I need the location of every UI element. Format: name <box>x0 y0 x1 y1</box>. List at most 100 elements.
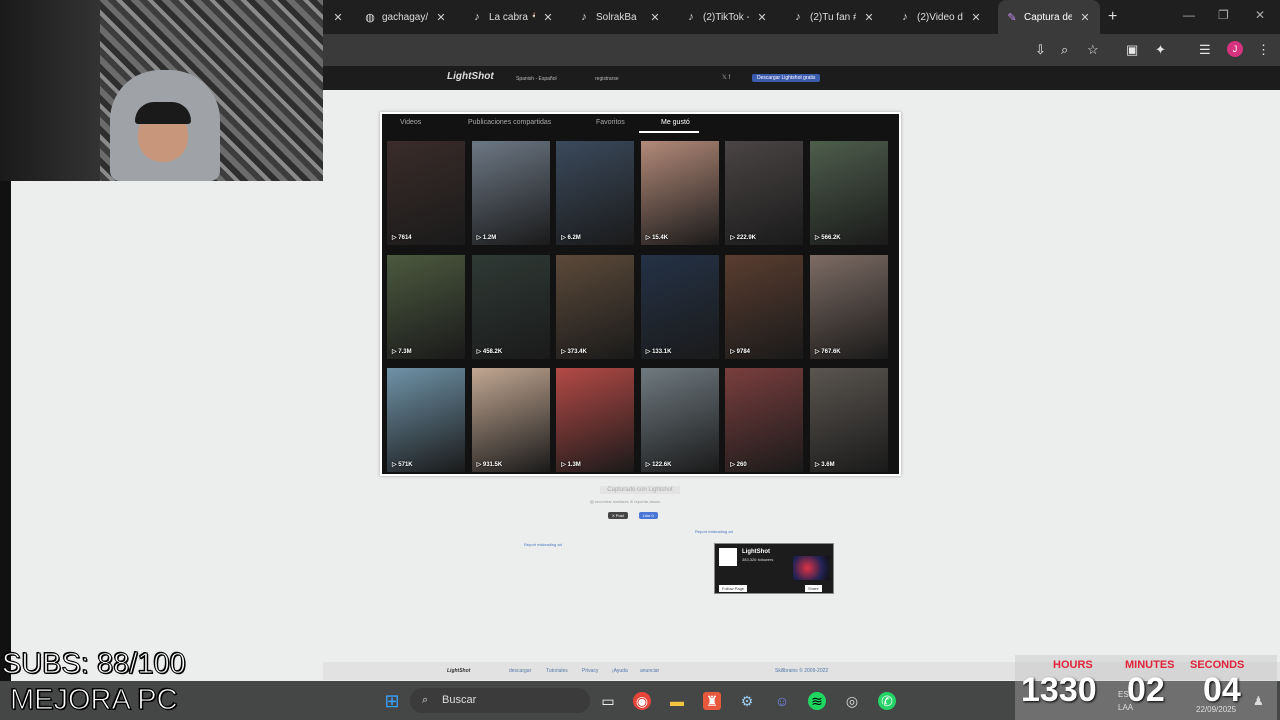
profile-avatar[interactable]: J <box>1227 41 1243 57</box>
footer-link-advertise[interactable]: anunciar <box>640 668 659 674</box>
lightshot-feather-icon <box>719 548 737 566</box>
view-count: ▷ 1.3M <box>561 462 581 468</box>
footer-link-tutorials[interactable]: Tutoriales <box>546 668 568 674</box>
video-thumbnail: ▷ 1.3M <box>556 368 635 472</box>
view-count: ▷ 122.6K <box>645 462 672 468</box>
tab-title: (2)TikTok - <box>703 11 749 23</box>
mejora-pc-text: MEJORA PC <box>10 684 179 717</box>
tab-title: La cabra 🐐 <box>489 11 535 23</box>
tiktok-liked-grid: Videos Publicaciones compartidas Favorit… <box>382 114 899 474</box>
view-count: ▷ 7614 <box>392 235 412 241</box>
close-icon[interactable]: ✕ <box>862 11 876 24</box>
fb-share-button[interactable]: Share <box>805 585 822 592</box>
steam-icon[interactable]: ⚙ <box>738 692 756 710</box>
video-thumbnail: ▷ 9784 <box>725 254 804 359</box>
lightshot-logo[interactable]: LightShot <box>447 71 494 82</box>
report-ad-link[interactable]: Report misleading ad <box>695 529 733 534</box>
timer-hours-label: HOURS <box>1053 659 1093 671</box>
capture-actions[interactable]: ▤ encontrar similares ⊘ reportar abuso <box>590 499 660 504</box>
tab-solrakba[interactable]: ♪ SolrakBa ✕ <box>570 0 670 34</box>
capture-caption: Capturado con Lightshot <box>600 486 680 494</box>
streamer-cap <box>135 102 191 124</box>
search-placeholder: Buscar <box>442 694 477 706</box>
social-icons[interactable]: 𝕏 f <box>722 74 730 81</box>
view-count: ▷ 767.6K <box>815 348 841 355</box>
view-count: ▷ 571K <box>392 462 413 468</box>
footer-logo[interactable]: LightShot <box>447 668 470 674</box>
like-fb-button[interactable]: Like 0 <box>639 512 658 519</box>
close-icon[interactable]: ✕ <box>1078 11 1092 24</box>
video-thumbnail: ▷ 571K <box>387 368 465 472</box>
view-count: ▷ 1.2M <box>476 235 497 241</box>
spotify-icon[interactable]: ≋ <box>808 692 826 710</box>
whatsapp-icon[interactable]: ✆ <box>878 692 896 710</box>
view-count: ▷ 931.5K <box>476 462 503 468</box>
close-icon[interactable]: ✕ <box>755 11 769 24</box>
tab-video-de[interactable]: ♪ (2)Video de ✕ <box>891 0 991 34</box>
video-thumbnail: ▷ 373.4K <box>556 254 635 359</box>
extension-app-icon[interactable]: ▣ <box>1126 42 1138 58</box>
tab-tiktok[interactable]: ♪ (2)TikTok - ✕ <box>677 0 777 34</box>
tab-captura-de[interactable]: ✎ Captura de ✕ <box>998 0 1100 34</box>
video-thumbnail: ▷ 566.2K <box>810 141 888 245</box>
language-select[interactable]: Spanish - Español <box>516 76 557 82</box>
download-button[interactable]: Descargar Lightshot gratis <box>752 74 821 82</box>
footer-link-help[interactable]: ¡Ayuda <box>612 668 628 674</box>
new-tab-button[interactable]: + <box>1108 8 1117 26</box>
bookmark-star-icon[interactable]: ☆ <box>1087 42 1099 58</box>
restore-icon[interactable]: ❐ <box>1218 8 1229 22</box>
tiktok-icon: ♪ <box>581 11 587 23</box>
facebook-page-widget: LightShot 383,326 followers Follow Page … <box>714 543 834 594</box>
tab-close-first[interactable]: ✕ <box>323 0 353 34</box>
task-view-icon[interactable]: ▭ <box>599 692 617 710</box>
tab-title: gachagay/L <box>382 11 428 23</box>
fb-page-name[interactable]: LightShot <box>742 549 770 555</box>
timer-hours: 1330 <box>1021 671 1097 709</box>
footer-copyright: Skillbrains © 2009-2022 <box>775 668 829 674</box>
tab-videos: Videos <box>400 119 422 126</box>
video-thumbnail: ▷ 7.3M <box>387 254 465 359</box>
timer-seconds: 04 <box>1203 671 1241 709</box>
close-icon[interactable]: ✕ <box>648 11 662 24</box>
view-count: ▷ 133.1K <box>645 348 672 355</box>
view-count: ▷ 9784 <box>730 348 751 355</box>
left-dark-strip <box>0 181 11 681</box>
discord-icon[interactable]: ☺ <box>773 692 791 710</box>
reading-list-icon[interactable]: ☰ <box>1199 42 1211 58</box>
view-count: ▷ 3.6M <box>815 462 835 468</box>
windows-start-icon[interactable]: ⊞ <box>383 692 401 710</box>
report-ad-link[interactable]: Report misleading ad <box>524 542 562 547</box>
fb-cover-image <box>793 556 829 580</box>
tiktok-icon: ♪ <box>688 11 694 23</box>
video-thumbnail: ▷ 767.6K <box>810 254 888 359</box>
minimize-icon[interactable]: — <box>1183 8 1195 22</box>
extensions-puzzle-icon[interactable]: ✦ <box>1155 42 1166 58</box>
video-thumbnail: ▷ 458.2K <box>471 254 550 359</box>
close-icon[interactable]: ✕ <box>969 11 983 24</box>
taskbar-search[interactable]: ⌕ Buscar <box>410 688 590 713</box>
footer-link-download[interactable]: descargar <box>509 668 531 674</box>
close-icon[interactable]: ✕ <box>541 11 555 24</box>
obs-icon[interactable]: ◎ <box>843 692 861 710</box>
close-icon[interactable]: ✕ <box>434 11 448 24</box>
zoom-icon[interactable]: ⌕ <box>1061 42 1068 58</box>
view-count: ▷ 15.4K <box>645 235 669 241</box>
footer-link-privacy[interactable]: Privacy <box>582 668 598 674</box>
install-app-icon[interactable]: ⇩ <box>1035 42 1046 58</box>
tab-la-cabra[interactable]: ♪ La cabra 🐐 ✕ <box>463 0 563 34</box>
brave-icon[interactable]: ♜ <box>703 692 721 710</box>
register-link[interactable]: registrarse <box>595 76 619 82</box>
file-explorer-icon[interactable]: ▬ <box>668 692 686 710</box>
tab-gachagay[interactable]: ◍ gachagay/L ✕ <box>356 0 456 34</box>
fb-follow-button[interactable]: Follow Page <box>719 585 748 592</box>
tab-tu-fan[interactable]: ♪ (2)Tu fan # ✕ <box>784 0 884 34</box>
video-thumbnail: ▷ 15.4K <box>640 141 719 245</box>
video-thumbnail: ▷ 260 <box>725 368 804 472</box>
share-x-button[interactable]: X Post <box>608 512 628 519</box>
tab-title: SolrakBa <box>596 11 637 23</box>
close-icon[interactable]: ✕ <box>331 11 345 24</box>
menu-kebab-icon[interactable]: ⋮ <box>1257 42 1270 58</box>
chrome-icon[interactable]: ◉ <box>633 692 651 710</box>
window-close-icon[interactable]: ✕ <box>1255 8 1265 22</box>
view-count: ▷ 7.3M <box>392 348 412 355</box>
